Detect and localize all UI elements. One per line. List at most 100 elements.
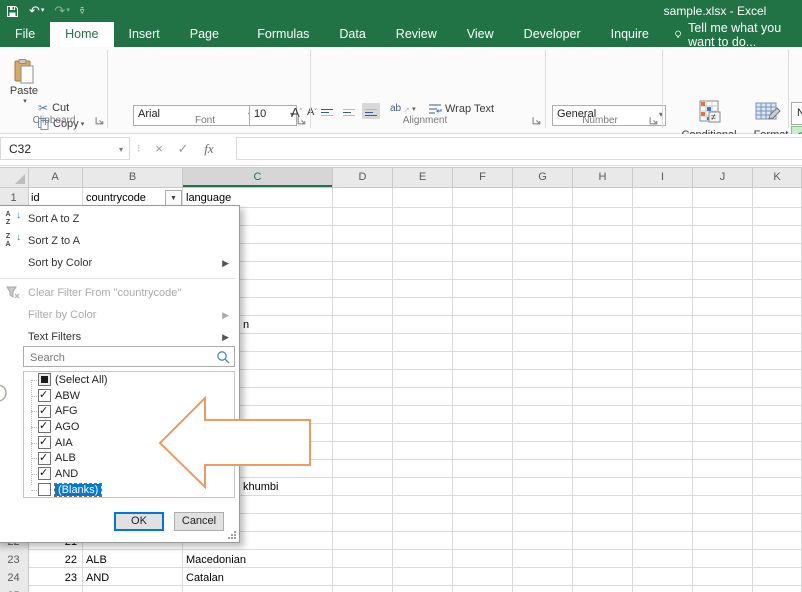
- tab-review[interactable]: Review: [381, 22, 452, 47]
- redo-icon[interactable]: ↷▾: [54, 0, 69, 22]
- number-group-label: Number: [560, 115, 640, 129]
- filter-item-abw[interactable]: ABW: [24, 388, 234, 404]
- number-dialog-launcher-icon[interactable]: [649, 116, 659, 126]
- filter-item-label: AND: [55, 468, 78, 480]
- tell-me-box[interactable]: Tell me what you want to do...: [664, 22, 802, 47]
- row-header-23[interactable]: 23: [0, 551, 27, 569]
- shrink-font-button[interactable]: Aˇ: [307, 106, 317, 118]
- name-box[interactable]: C32 ▾: [0, 137, 130, 160]
- select-all-corner[interactable]: [0, 168, 29, 187]
- cell-A24[interactable]: 23: [28, 569, 77, 587]
- tab-data[interactable]: Data: [324, 22, 380, 47]
- menu-item-filter-by-color[interactable]: Filter by Color ▶: [0, 304, 239, 326]
- search-input[interactable]: [28, 348, 212, 367]
- column-header-E[interactable]: E: [393, 168, 453, 187]
- sort-az-icon: AZ↓: [3, 208, 23, 230]
- format-as-table-button[interactable]: [755, 100, 781, 126]
- menu-item-clear-filter[interactable]: Clear Filter From "countrycode": [0, 282, 239, 304]
- filter-item-label: (Select All): [55, 374, 108, 386]
- row-header-25[interactable]: 25: [0, 587, 27, 592]
- lightbulb-icon: [674, 27, 682, 42]
- column-header-C[interactable]: C: [183, 168, 333, 187]
- row-header-24[interactable]: 24: [0, 569, 27, 587]
- column-header-D[interactable]: D: [333, 168, 393, 187]
- orientation-button[interactable]: ab→▾: [390, 103, 416, 114]
- undo-icon[interactable]: ↶▾: [29, 0, 44, 22]
- checkbox-icon[interactable]: [38, 405, 51, 418]
- font-size-combo[interactable]: 10▾: [249, 105, 297, 126]
- cut-button[interactable]: ✂ Cut: [38, 101, 69, 115]
- filter-item-aia[interactable]: AIA: [24, 435, 234, 451]
- cell-C24[interactable]: Catalan: [186, 569, 224, 587]
- tab-inquire[interactable]: Inquire: [596, 22, 664, 47]
- insert-function-icon[interactable]: fx: [198, 137, 220, 160]
- excel-window: { "titlebar": { "title": "sample.xlsx - …: [0, 0, 802, 592]
- orientation-dropdown-icon[interactable]: ▾: [412, 105, 416, 113]
- cancel-entry-icon[interactable]: ×: [148, 137, 170, 160]
- alignment-dialog-launcher-icon[interactable]: [532, 116, 542, 126]
- clipboard-dialog-launcher-icon[interactable]: [95, 116, 105, 126]
- cell-C8-fragment[interactable]: n: [243, 316, 249, 334]
- column-header-J[interactable]: J: [693, 168, 753, 187]
- filter-item-ago[interactable]: AGO: [24, 419, 234, 435]
- ok-button[interactable]: OK: [114, 512, 164, 531]
- tab-developer[interactable]: Developer: [509, 22, 596, 47]
- column-header-F[interactable]: F: [453, 168, 513, 187]
- filter-search-box[interactable]: [23, 346, 235, 367]
- menu-item-sort-z-to-a[interactable]: ZA↓ Sort Z to A: [0, 230, 239, 252]
- menu-item-sort-a-to-z[interactable]: AZ↓ Sort A to Z: [0, 208, 239, 230]
- column-header-B[interactable]: B: [83, 168, 183, 187]
- tab-formulas[interactable]: Formulas: [242, 22, 324, 47]
- qat-menu-icon[interactable]: ▿̄: [80, 0, 85, 22]
- tab-page-layout[interactable]: Page Layout: [175, 22, 243, 47]
- filter-dropdown-button[interactable]: ▼: [165, 190, 182, 206]
- column-header-A[interactable]: A: [28, 168, 83, 187]
- enter-entry-icon[interactable]: ✓: [172, 137, 194, 160]
- tab-view[interactable]: View: [452, 22, 509, 47]
- menu-item-sort-by-color[interactable]: Sort by Color ▶: [0, 252, 239, 274]
- column-header-I[interactable]: I: [633, 168, 693, 187]
- chevron-down-icon: ▼: [170, 195, 177, 202]
- checkbox-icon[interactable]: [38, 373, 51, 386]
- paste-button[interactable]: Paste ▾: [6, 53, 42, 111]
- middle-align-button[interactable]: [340, 103, 358, 119]
- checkbox-icon[interactable]: [38, 420, 51, 433]
- name-box-dropdown-icon[interactable]: ▾: [119, 138, 123, 161]
- cell-A23[interactable]: 22: [28, 551, 77, 569]
- save-icon[interactable]: [6, 5, 19, 18]
- filter-item-alb[interactable]: ALB: [24, 450, 234, 466]
- tab-insert[interactable]: Insert: [114, 22, 175, 47]
- top-align-button[interactable]: [318, 103, 336, 119]
- resize-grip-icon[interactable]: [227, 530, 237, 540]
- column-header-H[interactable]: H: [573, 168, 633, 187]
- formula-input[interactable]: [236, 137, 802, 160]
- bottom-align-button[interactable]: [362, 103, 380, 119]
- font-dialog-launcher-icon[interactable]: [297, 116, 307, 126]
- cell-C23[interactable]: Macedonian: [186, 551, 246, 569]
- conditional-formatting-button[interactable]: ≠: [697, 100, 723, 126]
- filter-item-selectall[interactable]: (Select All): [24, 372, 234, 388]
- wrap-text-button[interactable]: Wrap Text: [428, 103, 494, 115]
- filter-item-label: (Blanks): [55, 484, 101, 496]
- column-header-G[interactable]: G: [513, 168, 573, 187]
- checkbox-icon[interactable]: [38, 467, 51, 480]
- paste-dropdown-icon[interactable]: ▾: [23, 97, 27, 105]
- column-header-K[interactable]: K: [753, 168, 802, 187]
- cancel-button[interactable]: Cancel: [174, 512, 224, 531]
- tab-home[interactable]: Home: [50, 22, 113, 47]
- submenu-arrow-icon: ▶: [222, 252, 229, 274]
- filter-item-afg[interactable]: AFG: [24, 403, 234, 419]
- tab-file[interactable]: File: [0, 22, 50, 47]
- checkbox-icon[interactable]: [38, 452, 51, 465]
- cell-B24[interactable]: AND: [86, 569, 109, 587]
- checkbox-icon[interactable]: [38, 436, 51, 449]
- cell-B23[interactable]: ALB: [86, 551, 107, 569]
- menu-item-text-filters[interactable]: Text Filters ▶: [0, 326, 239, 348]
- magnifier-icon[interactable]: [216, 350, 230, 364]
- filter-item-blanks[interactable]: (Blanks): [24, 482, 234, 498]
- checkbox-icon[interactable]: [38, 483, 51, 496]
- checkbox-icon[interactable]: [38, 389, 51, 402]
- filter-item-and[interactable]: AND: [24, 466, 234, 482]
- cell-C17-fragment[interactable]: khumbi: [243, 478, 278, 496]
- cell-style-normal[interactable]: N: [791, 102, 802, 125]
